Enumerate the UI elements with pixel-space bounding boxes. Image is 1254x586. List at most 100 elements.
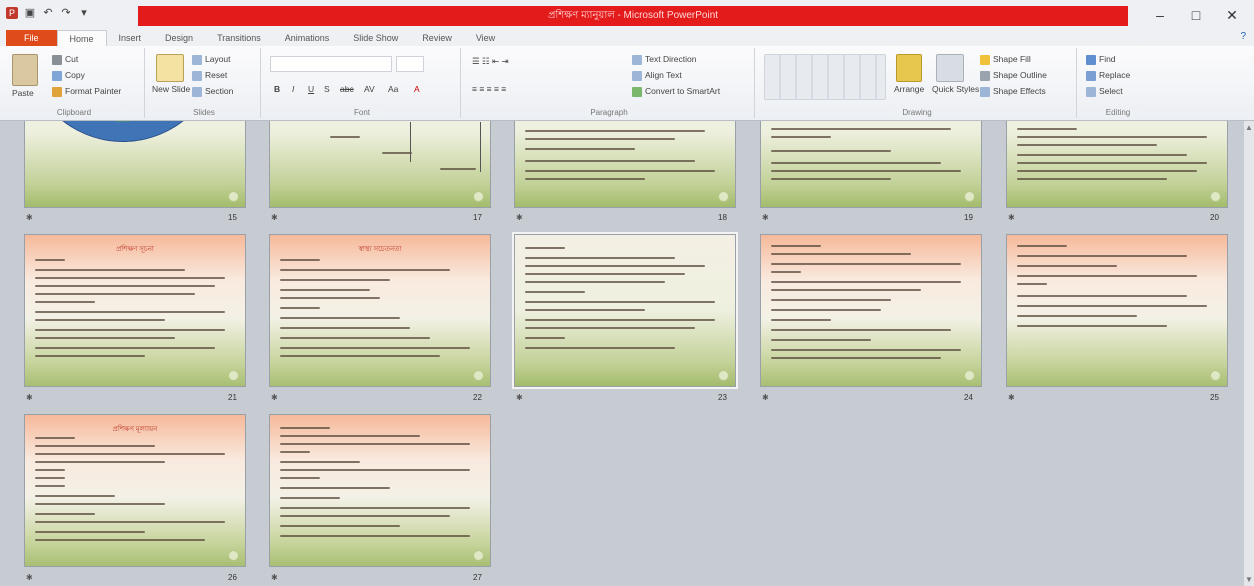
change-case-button[interactable]: Aa xyxy=(388,84,398,94)
slide-text-line xyxy=(771,309,881,311)
quick-styles-button[interactable]: Quick Styles xyxy=(932,84,979,94)
slide-thumbnail[interactable]: স্বাস্থ্য সচেতনতা xyxy=(269,234,491,387)
transition-icon[interactable]: ✱ xyxy=(271,393,278,402)
transition-icon[interactable]: ✱ xyxy=(271,213,278,222)
slide-number: 27 xyxy=(473,573,482,582)
slide-text-line xyxy=(280,515,450,517)
vertical-scrollbar[interactable]: ▲ ▼ xyxy=(1244,121,1254,586)
slide-text-line xyxy=(771,136,831,138)
shape-effects-button[interactable]: Shape Effects xyxy=(980,86,1046,97)
cut-button[interactable]: Cut xyxy=(52,54,78,65)
transition-icon[interactable]: ✱ xyxy=(26,573,33,582)
transition-icon[interactable]: ✱ xyxy=(516,213,523,222)
transition-icon[interactable]: ✱ xyxy=(762,213,769,222)
section-button[interactable]: Section xyxy=(192,86,233,97)
tab-slide-show[interactable]: Slide Show xyxy=(341,30,410,46)
close-button[interactable]: ✕ xyxy=(1214,4,1250,26)
slide-text-line xyxy=(1017,275,1197,277)
slide-thumbnail[interactable] xyxy=(269,414,491,567)
slide-text-line xyxy=(280,477,320,479)
slide-thumbnail[interactable]: প্রশিক্ষণ সূচনা xyxy=(24,234,246,387)
transition-icon[interactable]: ✱ xyxy=(26,393,33,402)
font-color-button[interactable]: A xyxy=(414,84,420,94)
slide-thumbnail[interactable] xyxy=(512,232,738,389)
transition-icon[interactable]: ✱ xyxy=(516,393,523,402)
find-button[interactable]: Find xyxy=(1086,54,1116,65)
transition-icon[interactable]: ✱ xyxy=(1008,393,1015,402)
tab-file[interactable]: File xyxy=(6,30,57,46)
paste-button[interactable]: Paste xyxy=(12,88,34,98)
slide-thumbnail[interactable] xyxy=(269,121,491,208)
strikethrough-button[interactable]: abc xyxy=(340,84,354,94)
align-icon[interactable]: ≡ ≡ ≡ ≡ ≡ xyxy=(472,84,506,94)
tab-animations[interactable]: Animations xyxy=(273,30,342,46)
powerpoint-app-icon[interactable]: P xyxy=(6,7,18,19)
slide-text-line xyxy=(771,299,891,301)
bold-button[interactable]: B xyxy=(274,84,280,94)
slide-text-line xyxy=(280,469,470,471)
text-direction-button[interactable]: Text Direction xyxy=(632,54,697,65)
shapes-gallery[interactable] xyxy=(764,54,886,100)
transition-icon[interactable]: ✱ xyxy=(271,573,278,582)
slide-text-line xyxy=(35,495,115,497)
slide-text-line xyxy=(525,265,705,267)
maximize-button[interactable]: □ xyxy=(1178,4,1214,26)
select-button[interactable]: Select xyxy=(1086,86,1123,97)
slide-text-line xyxy=(35,329,225,331)
slide-thumbnail[interactable] xyxy=(1006,234,1228,387)
italic-button[interactable]: I xyxy=(292,84,294,94)
slide-thumbnail[interactable] xyxy=(514,121,736,208)
tab-insert[interactable]: Insert xyxy=(107,30,154,46)
bullets-icon[interactable]: ☰ ☷ ⇤ ⇥ xyxy=(472,56,509,67)
customize-toolbar-icon[interactable]: ▾ xyxy=(78,7,90,19)
character-spacing-button[interactable]: AV xyxy=(364,84,375,94)
redo-icon[interactable]: ↷ xyxy=(60,7,72,19)
slide-thumbnail[interactable] xyxy=(760,234,982,387)
help-icon[interactable]: ? xyxy=(1240,31,1246,42)
minimize-button[interactable]: – xyxy=(1142,4,1178,26)
slide-thumbnail[interactable] xyxy=(24,121,246,208)
slide-text-line xyxy=(525,273,685,275)
scroll-down-icon[interactable]: ▼ xyxy=(1245,575,1253,584)
reset-button[interactable]: Reset xyxy=(192,70,227,81)
tab-design[interactable]: Design xyxy=(153,30,205,46)
tab-home[interactable]: Home xyxy=(56,29,107,47)
transition-icon[interactable]: ✱ xyxy=(1008,213,1015,222)
slide-title: প্রশিক্ষণ মূল্যায়ন xyxy=(112,426,158,433)
font-size-dropdown[interactable] xyxy=(396,56,424,72)
slide-thumbnail[interactable] xyxy=(760,121,982,208)
new-slide-icon xyxy=(156,54,184,82)
shape-outline-button[interactable]: Shape Outline xyxy=(980,70,1047,81)
tab-view[interactable]: View xyxy=(464,30,507,46)
format-painter-button[interactable]: Format Painter xyxy=(52,86,121,97)
save-icon[interactable]: ▣ xyxy=(24,7,36,19)
slide-thumbnail[interactable]: প্রশিক্ষণ মূল্যায়ন xyxy=(24,414,246,567)
tab-transitions[interactable]: Transitions xyxy=(205,30,273,46)
transition-icon[interactable]: ✱ xyxy=(26,213,33,222)
font-name-dropdown[interactable] xyxy=(270,56,392,72)
transition-icon[interactable]: ✱ xyxy=(762,393,769,402)
arrange-button[interactable]: Arrange xyxy=(894,84,924,94)
slide-text-line xyxy=(35,311,225,313)
undo-icon[interactable]: ↶ xyxy=(42,7,54,19)
new-slide-button[interactable]: New Slide xyxy=(152,84,190,94)
align-text-button[interactable]: Align Text xyxy=(632,70,682,81)
slide-text-line xyxy=(525,301,715,303)
replace-button[interactable]: Replace xyxy=(1086,70,1130,81)
slide-text-line xyxy=(280,297,380,299)
slide-text-line xyxy=(771,178,891,180)
scroll-up-icon[interactable]: ▲ xyxy=(1245,123,1253,132)
paragraph-group-label: Paragraph xyxy=(590,108,628,117)
align-text-icon xyxy=(632,70,642,81)
tab-review[interactable]: Review xyxy=(410,30,464,46)
smartart-button[interactable]: Convert to SmartArt xyxy=(632,86,720,97)
font-group: B I U S abc AV Aa A Font xyxy=(264,48,461,118)
copy-button[interactable]: Copy xyxy=(52,70,85,81)
shape-fill-button[interactable]: Shape Fill xyxy=(980,54,1031,65)
shadow-button[interactable]: S xyxy=(324,84,330,94)
underline-button[interactable]: U xyxy=(308,84,314,94)
layout-button[interactable]: Layout xyxy=(192,54,231,65)
diagram-connector xyxy=(410,122,411,162)
slide-text-line xyxy=(280,525,400,527)
slide-thumbnail[interactable] xyxy=(1006,121,1228,208)
